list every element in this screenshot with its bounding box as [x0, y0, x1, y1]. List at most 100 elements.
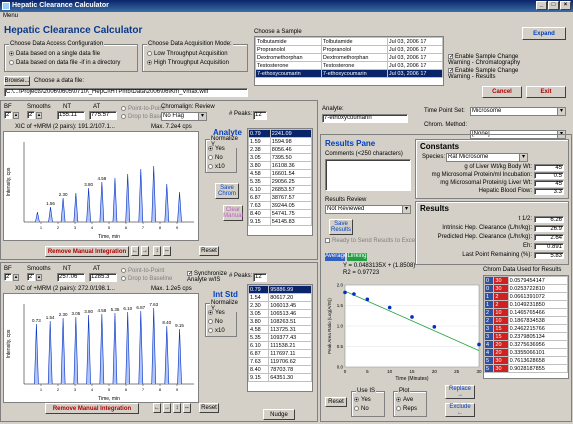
- peaks-input[interactable]: 12: [253, 111, 267, 120]
- species-dropdown[interactable]: Rat Microsome: [446, 153, 528, 162]
- constant-value[interactable]: 45: [534, 164, 564, 171]
- peak-row[interactable]: 3.05 7395.50: [248, 153, 313, 162]
- data-access-opt1[interactable]: Data based on a single data file: [9, 51, 100, 57]
- peak-row[interactable]: 0.79 95886.99: [247, 285, 312, 294]
- minimize-button[interactable]: _: [536, 1, 547, 10]
- drop-baseline[interactable]: Drop to Baseline: [121, 276, 172, 282]
- nt-input[interactable]: 155.11: [57, 111, 85, 120]
- timepoint-dropdown[interactable]: Microsome: [470, 107, 566, 116]
- analyte-input[interactable]: 7-ethoxycoumarin: [322, 114, 408, 123]
- peak-row[interactable]: 3.05 106513.46: [247, 309, 312, 318]
- peak-row[interactable]: 7.63 39244.05: [248, 201, 313, 210]
- chrom-peak[interactable]: [34, 323, 39, 385]
- arrow-left-icon[interactable]: ←: [153, 403, 161, 413]
- tab-average[interactable]: Average: [325, 253, 347, 261]
- expand-button[interactable]: Expand: [522, 27, 566, 40]
- chrom-row[interactable]: 2 10 0.1465765466: [483, 308, 569, 317]
- point-to-point[interactable]: Point-to-Point: [121, 268, 164, 274]
- peak-row[interactable]: 9.15 64351.30: [247, 373, 312, 382]
- radio-icon[interactable]: [208, 155, 213, 160]
- smooths-value[interactable]: 2: [27, 273, 35, 281]
- tab-linking[interactable]: Linking: [347, 253, 367, 261]
- radio-icon[interactable]: [208, 146, 213, 151]
- peak-row[interactable]: 6.10 111538.21: [247, 341, 312, 350]
- replace-button[interactable]: Replace →: [445, 385, 475, 399]
- regression-chart[interactable]: 0.0 0.5 1.0 1.5 2.0 0 5 10 15 20 25 30 Time (Minutes…: [325, 279, 483, 383]
- chrom-row[interactable]: 3 15 0.2379805134: [483, 332, 569, 341]
- radio-icon[interactable]: [354, 397, 359, 402]
- chrom-peak[interactable]: [47, 320, 53, 385]
- radio-icon[interactable]: [396, 406, 401, 411]
- norm-x10[interactable]: x10: [208, 164, 225, 170]
- chrom-peak[interactable]: [60, 317, 66, 385]
- bf-spinner[interactable]: 2 ▴: [4, 273, 19, 281]
- browse-button[interactable]: Browse...: [4, 76, 30, 86]
- reset-button[interactable]: Reset: [199, 246, 219, 256]
- chrom-row[interactable]: 1 2 0.0661391072: [483, 292, 569, 301]
- chrom-peak[interactable]: [86, 187, 91, 223]
- at-input[interactable]: 1285.3: [89, 273, 117, 282]
- checkbox-icon[interactable]: [325, 238, 330, 243]
- chrom-peak[interactable]: [73, 192, 79, 223]
- reset-button[interactable]: Reset: [325, 397, 347, 407]
- chrom-row[interactable]: 4 20 0.3275636956: [483, 340, 569, 349]
- chrom-data-grid[interactable]: 0 30 0.0579454147 0 30 0.0253722810 1 2 0.066139…: [483, 275, 569, 379]
- maximize-button[interactable]: □: [548, 1, 559, 10]
- bf-value[interactable]: 2: [4, 111, 12, 119]
- peak-row[interactable]: 9.15 54145.83: [248, 217, 313, 226]
- peak-row[interactable]: 1.54 80617.20: [247, 293, 312, 302]
- point-to-point[interactable]: Point-to-Point: [121, 106, 164, 112]
- spin-icon[interactable]: ▴: [36, 273, 42, 281]
- sample-row[interactable]: 7-ethoxycoumarin 7-ethoxycoumarin Jul 03, …: [255, 69, 444, 78]
- zoom-icon[interactable]: ↕: [173, 403, 181, 413]
- acq-opt1[interactable]: Low Throughput Acquisition: [147, 51, 228, 57]
- analyte-peak-grid[interactable]: 0.79 2241.09 1.59 1594.98 2.38 8056.46 3.05 739…: [247, 128, 313, 236]
- save-chrom-button[interactable]: Save Chrom: [215, 183, 239, 199]
- radio-icon[interactable]: [121, 106, 126, 111]
- zoom-icon[interactable]: ↕: [153, 246, 161, 256]
- radio-icon[interactable]: [208, 164, 213, 169]
- spin-icon[interactable]: ▴: [13, 111, 19, 119]
- chrom-peak[interactable]: [138, 310, 144, 385]
- checkbox-icon[interactable]: [448, 67, 454, 74]
- radio-icon[interactable]: [354, 406, 359, 411]
- chrom-peak[interactable]: [177, 191, 182, 223]
- data-point[interactable]: [387, 305, 392, 310]
- radio-icon[interactable]: [121, 276, 126, 281]
- chromalign-dropdown[interactable]: No Flag: [161, 112, 207, 121]
- reset-button[interactable]: Reset: [199, 403, 219, 413]
- data-access-opt2[interactable]: Data based on data file -if in a directo…: [9, 60, 120, 66]
- data-point[interactable]: [352, 292, 356, 296]
- spin-icon[interactable]: ▴: [13, 273, 19, 281]
- peak-row[interactable]: 2.30 106013.45: [247, 301, 312, 310]
- chrom-peak[interactable]: [86, 314, 91, 385]
- sample-row[interactable]: Dextromethorphan Dextromethorphan Jul 03, …: [255, 53, 444, 62]
- radio-icon[interactable]: [208, 328, 213, 333]
- chrom-peak[interactable]: [112, 312, 118, 385]
- norm-yes[interactable]: Yes: [208, 310, 225, 316]
- norm-no[interactable]: No: [208, 319, 223, 325]
- use-is-no[interactable]: No: [354, 406, 369, 412]
- chrom-row[interactable]: 0 30 0.0253722810: [483, 284, 569, 293]
- constant-value[interactable]: 0.5: [534, 172, 564, 179]
- radio-icon[interactable]: [121, 114, 126, 119]
- chrom-row[interactable]: 0 30 0.0579454147: [483, 276, 569, 285]
- checkbox-icon[interactable]: [187, 270, 193, 277]
- peak-row[interactable]: 5.35 29056.25: [248, 177, 313, 186]
- warn-results[interactable]: Enable Sample Change Warning - Results: [448, 67, 522, 80]
- radio-icon[interactable]: [147, 60, 152, 65]
- norm-x10[interactable]: x10: [208, 328, 225, 334]
- data-file-input[interactable]: C:\...\Projects\2006\0605\0710\_HepCl\HT…: [4, 88, 248, 97]
- chrom-peak[interactable]: [151, 165, 157, 223]
- checkbox-icon[interactable]: [448, 53, 454, 60]
- chrom-peak[interactable]: [151, 307, 157, 385]
- peak-row[interactable]: 5.35 109377.43: [247, 333, 312, 342]
- plot-ave[interactable]: Ave: [396, 397, 413, 403]
- arrow-left-icon[interactable]: ←: [131, 246, 139, 256]
- chrom-peak[interactable]: [99, 313, 105, 385]
- data-point[interactable]: [365, 297, 370, 302]
- bf-spinner[interactable]: 2 ▴: [4, 111, 19, 119]
- radio-icon[interactable]: [147, 51, 152, 56]
- exclude-button[interactable]: Exclude ←: [445, 403, 475, 417]
- save-results-button[interactable]: Save Results: [329, 219, 353, 235]
